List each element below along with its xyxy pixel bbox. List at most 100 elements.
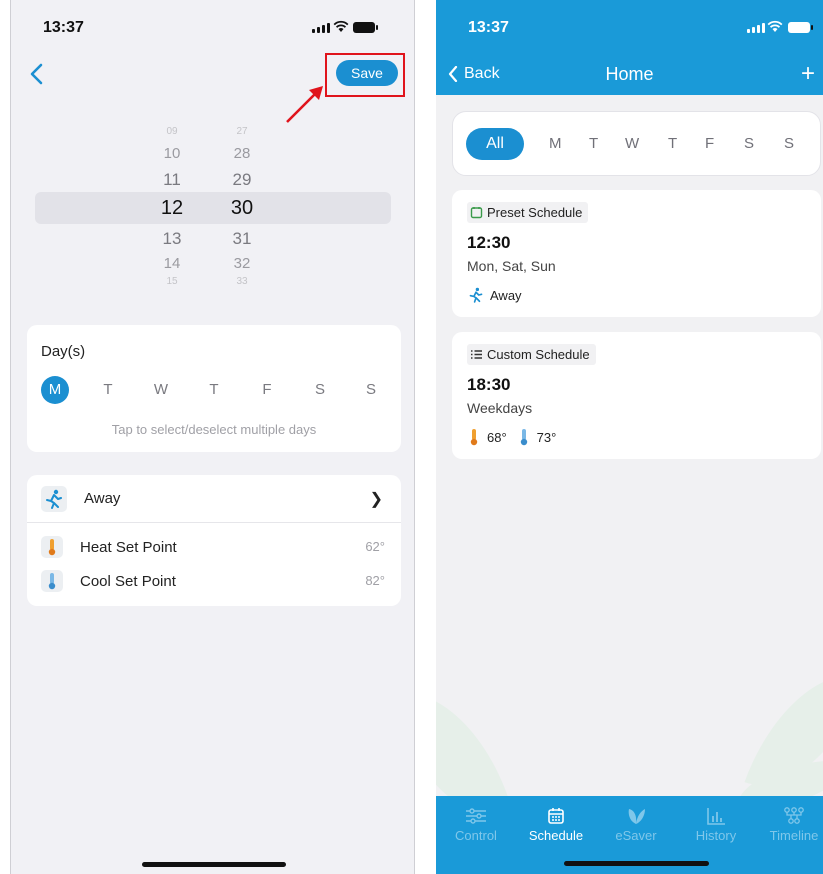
mode-card: Away ❯ Heat Set Point 62° Cool Set Point…: [27, 475, 401, 606]
thermometer-heat-icon: [41, 536, 63, 558]
status-time: 13:37: [468, 19, 509, 36]
bar-chart-icon: [707, 808, 725, 825]
schedule-type-label: Custom Schedule: [487, 347, 590, 362]
home-indicator[interactable]: [564, 861, 709, 866]
filter-day-wednesday[interactable]: W: [625, 135, 639, 152]
schedule-days: Mon, Sat, Sun: [467, 258, 556, 274]
tab-label: History: [695, 828, 737, 843]
schedule-mode: Away: [467, 286, 522, 304]
days-card: Day(s) M T W T F S S Tap to select/desel…: [27, 325, 401, 452]
calendar-icon: [548, 808, 564, 824]
back-chevron-icon[interactable]: [27, 62, 47, 86]
schedule-days: Weekdays: [467, 400, 533, 416]
heat-set-point-label: Heat Set Point: [80, 539, 177, 556]
tab-control[interactable]: Control: [444, 804, 508, 843]
tab-label: eSaver: [615, 828, 657, 843]
hour-option[interactable]: 15: [142, 276, 202, 287]
filter-day-monday[interactable]: M: [549, 135, 562, 152]
schedule-type-tag: Preset Schedule: [467, 202, 589, 223]
schedule-type-label: Preset Schedule: [487, 205, 583, 220]
minute-option[interactable]: 33: [212, 276, 272, 287]
schedule-list-screen: 13:37 Back Home + All M T W T F S S Pres…: [436, 0, 823, 874]
battery-icon: [788, 22, 813, 33]
schedule-time: 12:30: [467, 233, 511, 252]
heat-set-point-value: 62°: [365, 539, 385, 554]
cool-set-point-row[interactable]: Cool Set Point 82°: [27, 567, 401, 597]
status-bar: 13:37: [11, 0, 414, 52]
filter-day-tuesday[interactable]: T: [589, 135, 598, 152]
minute-option[interactable]: 31: [212, 229, 272, 249]
cool-set-point-label: Cool Set Point: [80, 573, 176, 590]
timeline-icon: [784, 807, 804, 824]
header-bar: 13:37 Back Home +: [436, 0, 823, 95]
signal-icon: [747, 23, 765, 33]
time-picker[interactable]: 09 10 11 12 13 14 15 27 28 29 30 31 32 3…: [11, 112, 414, 302]
filter-day-sunday[interactable]: S: [784, 135, 794, 152]
hour-option[interactable]: 13: [142, 229, 202, 249]
day-selector: M T W T F S S: [41, 376, 389, 404]
battery-icon: [353, 22, 378, 33]
thermometer-cool-icon: [41, 570, 63, 592]
minute-option[interactable]: 27: [212, 126, 272, 137]
day-monday[interactable]: M: [41, 376, 69, 404]
minute-option[interactable]: 29: [212, 170, 272, 190]
day-thursday[interactable]: T: [200, 376, 228, 404]
signal-icon: [312, 23, 330, 33]
add-schedule-button[interactable]: +: [801, 60, 815, 88]
tab-timeline[interactable]: Timeline: [762, 804, 823, 843]
filter-day-saturday[interactable]: S: [744, 135, 754, 152]
away-icon: [41, 486, 67, 512]
tab-bar: Control Schedule eSaver History Timeline: [436, 796, 823, 874]
status-time: 13:37: [43, 19, 84, 36]
hour-option[interactable]: 10: [142, 145, 202, 162]
schedule-mode-label: Away: [490, 287, 522, 303]
days-hint: Tap to select/deselect multiple days: [111, 422, 317, 437]
tab-history[interactable]: History: [684, 804, 748, 843]
day-saturday[interactable]: S: [306, 376, 334, 404]
tab-label: Schedule: [528, 828, 584, 843]
custom-schedule-icon: [471, 350, 482, 359]
sliders-icon: [466, 808, 486, 824]
leaf-icon: [628, 809, 645, 824]
schedule-editor-screen: 13:37 Save 09 10 11 12 13 14 15 27 28 29…: [10, 0, 415, 874]
schedule-time: 18:30: [467, 375, 511, 394]
heat-set-point-row[interactable]: Heat Set Point 62°: [27, 533, 401, 563]
day-filter-bar: All M T W T F S S: [452, 111, 821, 176]
mode-label: Away: [84, 490, 121, 507]
away-icon: [469, 287, 483, 303]
thermometer-heat-icon: [470, 429, 478, 446]
minute-option[interactable]: 32: [212, 255, 272, 272]
tab-esaver[interactable]: eSaver: [604, 804, 668, 843]
tab-label: Timeline: [769, 828, 819, 843]
tab-schedule[interactable]: Schedule: [524, 804, 588, 843]
schedule-card[interactable]: Preset Schedule 12:30 Mon, Sat, Sun Away: [452, 190, 821, 317]
thermometer-cool-icon: [520, 429, 527, 446]
day-sunday[interactable]: S: [357, 376, 385, 404]
schedule-temps: 68° 73°: [467, 428, 556, 446]
chevron-right-icon: ❯: [369, 491, 383, 508]
hour-option[interactable]: 11: [142, 170, 202, 190]
schedule-card[interactable]: Custom Schedule 18:30 Weekdays 68° 73°: [452, 332, 821, 459]
minute-selected[interactable]: 30: [212, 197, 272, 220]
days-title: Day(s): [41, 343, 86, 360]
save-highlight-box: [325, 53, 405, 97]
wifi-icon: [333, 20, 349, 32]
hour-selected[interactable]: 12: [142, 197, 202, 220]
cool-value: 73°: [536, 429, 557, 445]
heat-value: 68°: [487, 429, 507, 445]
filter-all-button[interactable]: All: [466, 128, 524, 160]
minute-option[interactable]: 28: [212, 145, 272, 162]
schedule-type-tag: Custom Schedule: [467, 344, 596, 365]
preset-schedule-icon: [470, 207, 483, 219]
mode-row[interactable]: Away ❯: [27, 475, 401, 523]
day-wednesday[interactable]: W: [147, 376, 175, 404]
hour-option[interactable]: 14: [142, 255, 202, 272]
tab-label: Control: [455, 828, 497, 843]
day-friday[interactable]: F: [253, 376, 281, 404]
filter-day-friday[interactable]: F: [705, 135, 714, 152]
hour-option[interactable]: 09: [142, 126, 202, 137]
page-title: Home: [605, 64, 654, 84]
home-indicator[interactable]: [142, 862, 286, 867]
day-tuesday[interactable]: T: [94, 376, 122, 404]
filter-day-thursday[interactable]: T: [668, 135, 677, 152]
